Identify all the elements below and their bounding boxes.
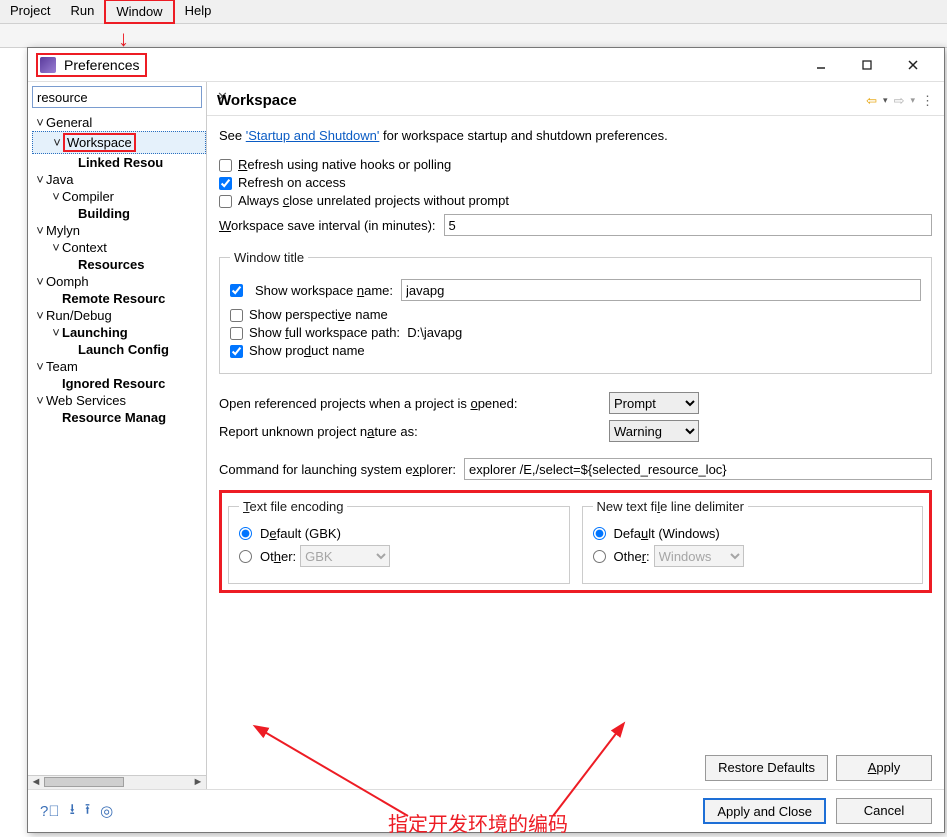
right-pane: Workspace ⇦ ▾ ⇨ ▾ ⋮ See 'Startup and Shu… bbox=[207, 82, 944, 789]
help-icon[interactable]: ?⃝ bbox=[40, 803, 60, 820]
tree-item[interactable]: ˅Java bbox=[32, 171, 206, 188]
menu-window[interactable]: Window bbox=[104, 0, 174, 24]
tree-item[interactable]: Remote Resourc bbox=[32, 290, 206, 307]
chk-refresh-access[interactable] bbox=[219, 177, 232, 190]
startup-shutdown-link[interactable]: 'Startup and Shutdown' bbox=[246, 128, 380, 143]
group-text-encoding: Text file encoding Default (GBK) Other: … bbox=[228, 499, 570, 584]
tree-item[interactable]: ˅Compiler bbox=[32, 188, 206, 205]
chk-show-ws-name[interactable] bbox=[230, 284, 243, 297]
tree-item[interactable]: ˅Launching bbox=[32, 324, 206, 341]
left-pane: ✕ ˅General˅WorkspaceLinked Resou˅Java˅Co… bbox=[28, 82, 207, 789]
input-save-interval[interactable] bbox=[444, 214, 932, 236]
close-button[interactable] bbox=[890, 50, 936, 80]
lbl-unknown-nature: Report unknown project nature as: bbox=[219, 424, 601, 439]
tree-item[interactable]: Resource Manag bbox=[32, 409, 206, 426]
radio-ld-other[interactable] bbox=[593, 550, 606, 563]
input-cmd-explorer[interactable] bbox=[464, 458, 932, 480]
legend-line-delimiter: New text file line delimiter bbox=[593, 499, 748, 514]
filter-box: ✕ bbox=[32, 86, 202, 108]
encoding-groups-highlight: Text file encoding Default (GBK) Other: … bbox=[219, 490, 932, 593]
lbl-ld-other: Other: bbox=[614, 549, 650, 564]
group-line-delimiter: New text file line delimiter Default (Wi… bbox=[582, 499, 924, 584]
apply-close-button[interactable]: Apply and Close bbox=[703, 798, 826, 824]
legend-window-title: Window title bbox=[230, 250, 308, 265]
menu-run[interactable]: Run bbox=[60, 0, 104, 23]
val-full-path: D:\javapg bbox=[407, 325, 462, 340]
tree-item[interactable]: ˅Team bbox=[32, 358, 206, 375]
dialog-footer: ?⃝ ⭳ ⭱ ◎ Apply and Close Cancel bbox=[28, 789, 944, 832]
chk-close-unrelated[interactable] bbox=[219, 195, 232, 208]
lbl-save-interval: Workspace save interval (in minutes): bbox=[219, 218, 436, 233]
eclipse-icon bbox=[40, 57, 56, 73]
group-window-title: Window title Show workspace name: Show p… bbox=[219, 250, 932, 374]
chk-show-product[interactable] bbox=[230, 345, 243, 358]
lbl-show-ws-name: Show workspace name: bbox=[255, 283, 393, 298]
page-description: See 'Startup and Shutdown' for workspace… bbox=[219, 128, 932, 143]
tree-item[interactable]: ˅Workspace bbox=[32, 131, 206, 154]
tree-item[interactable]: Building bbox=[32, 205, 206, 222]
input-ws-name[interactable] bbox=[401, 279, 921, 301]
import-icon[interactable]: ⭳ bbox=[70, 799, 75, 824]
radio-enc-other[interactable] bbox=[239, 550, 252, 563]
back-icon[interactable]: ⇦ bbox=[866, 93, 877, 109]
lbl-cmd-explorer: Command for launching system explorer: bbox=[219, 462, 456, 477]
back-menu-icon[interactable]: ▾ bbox=[883, 95, 888, 106]
tree-item[interactable]: Ignored Resourc bbox=[32, 375, 206, 392]
filter-input[interactable] bbox=[33, 90, 217, 105]
chk-show-perspective[interactable] bbox=[230, 309, 243, 322]
export-icon[interactable]: ⭱ bbox=[85, 799, 90, 824]
forward-icon[interactable]: ⇨ bbox=[894, 93, 905, 109]
menubar: Project Run Window Help bbox=[0, 0, 947, 24]
maximize-button[interactable] bbox=[844, 50, 890, 80]
minimize-button[interactable] bbox=[798, 50, 844, 80]
restore-defaults-button[interactable]: Restore Defaults bbox=[705, 755, 828, 781]
tree-item[interactable]: ˅Run/Debug bbox=[32, 307, 206, 324]
menu-project[interactable]: Project bbox=[0, 0, 60, 23]
menu-icon[interactable]: ⋮ bbox=[921, 93, 934, 109]
lbl-show-perspective: Show perspective name bbox=[249, 307, 388, 322]
lbl-refresh-native: Refresh using native hooks or polling bbox=[238, 157, 451, 172]
lbl-show-product: Show product name bbox=[249, 343, 365, 358]
horizontal-scrollbar[interactable]: ◄► bbox=[28, 775, 206, 789]
lbl-open-ref: Open referenced projects when a project … bbox=[219, 396, 601, 411]
tree-item[interactable]: ˅General bbox=[32, 114, 206, 131]
lbl-enc-default: Default (GBK) bbox=[260, 526, 341, 541]
radio-ld-default[interactable] bbox=[593, 527, 606, 540]
sel-unknown-nature[interactable]: Warning bbox=[609, 420, 699, 442]
titlebar: Preferences bbox=[28, 48, 944, 82]
tree-item[interactable]: ˅Context bbox=[32, 239, 206, 256]
tree-item[interactable]: Linked Resou bbox=[32, 154, 206, 171]
lbl-show-full-path: Show full workspace path: bbox=[249, 325, 400, 340]
tree-item[interactable]: Resources bbox=[32, 256, 206, 273]
sel-ld-other[interactable]: Windows bbox=[654, 545, 744, 567]
lbl-enc-other: Other: bbox=[260, 549, 296, 564]
preferences-tree[interactable]: ˅General˅WorkspaceLinked Resou˅Java˅Comp… bbox=[28, 112, 206, 775]
page-heading: Workspace bbox=[217, 92, 866, 109]
lbl-close-unrelated: Always close unrelated projects without … bbox=[238, 193, 509, 208]
toolbar bbox=[0, 24, 947, 48]
dialog-title: Preferences bbox=[64, 57, 139, 73]
radio-enc-default[interactable] bbox=[239, 527, 252, 540]
lbl-ld-default: Default (Windows) bbox=[614, 526, 720, 541]
tree-item[interactable]: ˅Mylyn bbox=[32, 222, 206, 239]
menu-help[interactable]: Help bbox=[175, 0, 222, 23]
tree-item[interactable]: ˅Oomph bbox=[32, 273, 206, 290]
chk-show-full-path[interactable] bbox=[230, 327, 243, 340]
lbl-refresh-access: Refresh on access bbox=[238, 175, 346, 190]
forward-menu-icon[interactable]: ▾ bbox=[910, 95, 915, 106]
tree-item[interactable]: Launch Config bbox=[32, 341, 206, 358]
page-nav-icons: ⇦ ▾ ⇨ ▾ ⋮ bbox=[866, 93, 934, 109]
sel-open-ref[interactable]: Prompt bbox=[609, 392, 699, 414]
tree-item[interactable]: ˅Web Services bbox=[32, 392, 206, 409]
apply-button[interactable]: Apply bbox=[836, 755, 932, 781]
cancel-button[interactable]: Cancel bbox=[836, 798, 932, 824]
chk-refresh-native[interactable] bbox=[219, 159, 232, 172]
preferences-dialog: Preferences ✕ ˅General˅WorkspaceLinked R… bbox=[27, 47, 945, 833]
sel-enc-other[interactable]: GBK bbox=[300, 545, 390, 567]
legend-text-encoding: Text file encoding bbox=[239, 499, 347, 514]
oomph-icon[interactable]: ◎ bbox=[100, 802, 113, 820]
